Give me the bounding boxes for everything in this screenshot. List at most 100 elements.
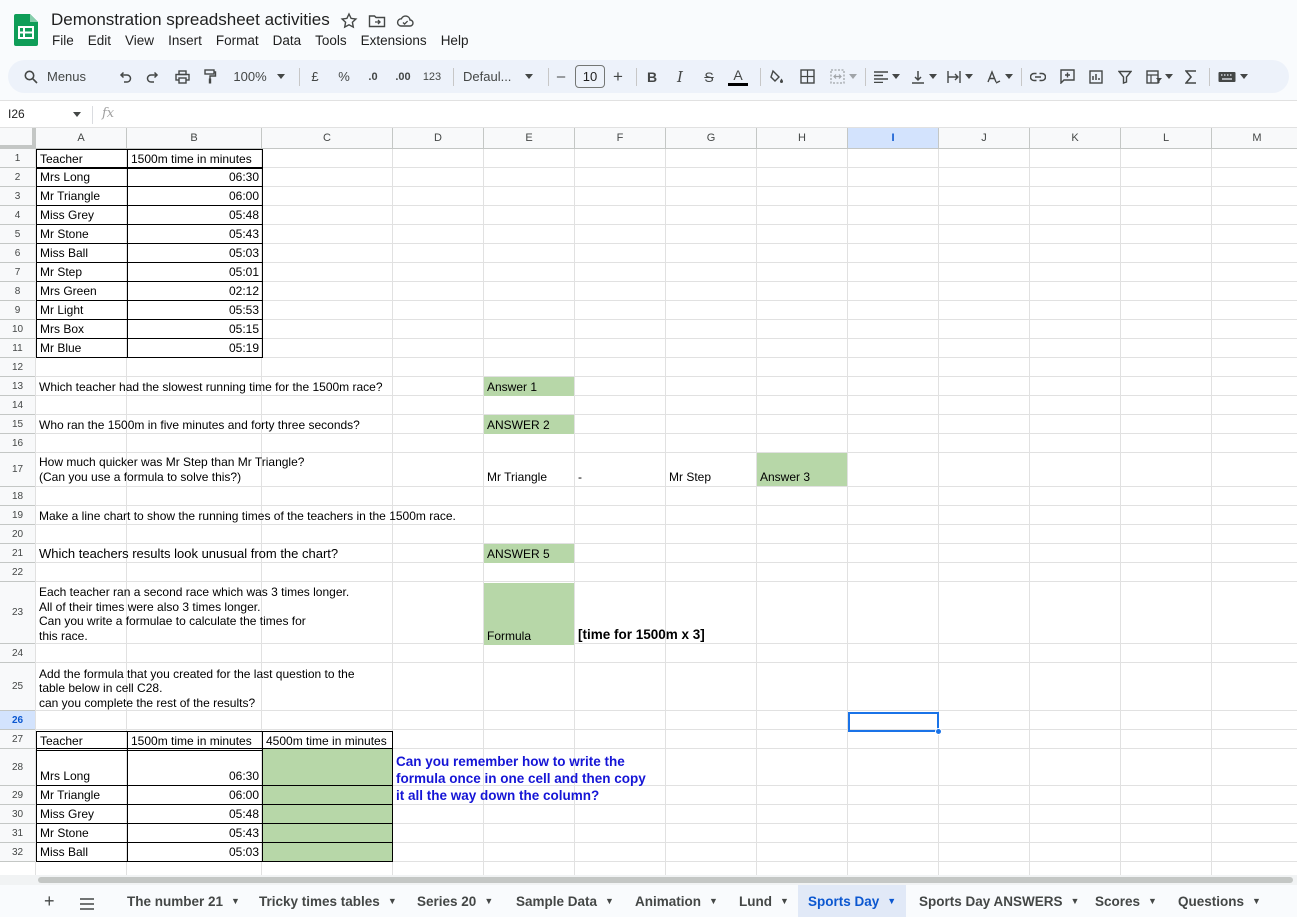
column-header-c[interactable]: C [262, 128, 393, 149]
row-header-32[interactable]: 32 [0, 843, 36, 862]
row-header-19[interactable]: 19 [0, 506, 36, 525]
spreadsheet-grid[interactable]: ABCDEFGHIJKLM 1 2 3 4 5 6 7 8 9 10 11 12 13 14 15 16 17 1… [0, 128, 1297, 875]
row-header-31[interactable]: 31 [0, 824, 36, 843]
row-header-11[interactable]: 11 [0, 339, 36, 358]
table-cell-teacher[interactable]: Mr Stone [36, 823, 128, 843]
increase-decimal-button[interactable]: .00 [391, 60, 415, 93]
table-cell-time[interactable]: 05:53 [127, 300, 263, 320]
row-header-17[interactable]: 17 [0, 453, 36, 487]
name-box[interactable]: I26 [8, 107, 25, 121]
row-header-24[interactable]: 24 [0, 644, 36, 663]
table-cell-teacher[interactable]: Miss Ball [36, 243, 128, 263]
cell-a23[interactable]: Each teacher ran a second race which was… [36, 583, 483, 645]
table-cell-time[interactable]: 05:03 [127, 842, 263, 862]
column-header-m[interactable]: M [1212, 128, 1297, 149]
sheets-logo-icon[interactable] [14, 14, 38, 46]
table-cell-time[interactable]: 05:48 [127, 205, 263, 225]
select-all-corner[interactable] [0, 128, 36, 149]
menus-search-button[interactable]: Menus [24, 60, 106, 93]
cell-g17[interactable]: Mr Step [666, 453, 756, 486]
table-cell-teacher[interactable]: Mr Step [36, 262, 128, 282]
table-cell-teacher[interactable]: Miss Grey [36, 205, 128, 225]
functions-button[interactable] [1181, 60, 1201, 93]
strikethrough-button[interactable]: S [699, 60, 719, 93]
sheet-tab-questions[interactable]: Questions ▼ [1168, 885, 1271, 917]
table-cell-time[interactable]: 05:19 [127, 338, 263, 358]
cell-a13[interactable]: Which teacher had the slowest running ti… [36, 377, 483, 396]
table-cell-teacher[interactable]: Miss Grey [36, 804, 128, 824]
row-header-26[interactable]: 26 [0, 711, 36, 730]
sheet-tab-series-20[interactable]: Series 20 ▼ [407, 885, 503, 917]
table-cell-teacher[interactable]: Mr Stone [36, 224, 128, 244]
scrollbar-thumb[interactable] [38, 877, 1293, 883]
table-cell-time[interactable]: 05:01 [127, 262, 263, 282]
fill-color-button[interactable] [767, 60, 787, 93]
column-header-b[interactable]: B [127, 128, 262, 149]
insert-chart-button[interactable] [1086, 60, 1106, 93]
cloud-status-icon[interactable] [395, 11, 415, 31]
font-size-input[interactable]: 10 [575, 65, 605, 88]
decrease-font-size-button[interactable]: – [554, 60, 568, 93]
sheet-tab-sports-day[interactable]: Sports Day ▼ [798, 885, 907, 917]
menu-insert[interactable]: Insert [161, 31, 209, 51]
row-header-16[interactable]: 16 [0, 434, 36, 453]
row-header-13[interactable]: 13 [0, 377, 36, 396]
column-header-j[interactable]: J [939, 128, 1030, 149]
cell-f17[interactable]: - [575, 453, 665, 486]
row-header-30[interactable]: 30 [0, 805, 36, 824]
borders-button[interactable] [797, 60, 817, 93]
answer-4500m-cell[interactable] [262, 842, 393, 862]
vertical-align-button[interactable] [909, 60, 939, 93]
table-cell-teacher[interactable]: Mrs Box [36, 319, 128, 339]
currency-format-button[interactable]: £ [306, 60, 324, 93]
table-cell-time[interactable]: 06:00 [127, 785, 263, 805]
row-header-21[interactable]: 21 [0, 544, 36, 563]
row-header-18[interactable]: 18 [0, 487, 36, 506]
horizontal-scrollbar[interactable] [0, 875, 1297, 885]
row-header-1[interactable]: 1 [0, 149, 36, 168]
cell-a1[interactable]: Teacher [36, 149, 128, 169]
all-sheets-icon[interactable] [80, 894, 94, 915]
answer-3-cell[interactable]: Answer 3 [757, 453, 847, 486]
answer-4500m-cell[interactable] [262, 804, 393, 824]
menu-help[interactable]: Help [434, 31, 476, 51]
text-color-button[interactable]: A [727, 60, 749, 93]
redo-button[interactable] [142, 60, 164, 93]
menu-file[interactable]: File [45, 31, 81, 51]
insert-link-button[interactable] [1028, 60, 1048, 93]
row-header-15[interactable]: 15 [0, 415, 36, 434]
table-cell-teacher[interactable]: Mr Light [36, 300, 128, 320]
table-cell-time[interactable]: 06:00 [127, 186, 263, 206]
table-cell-time[interactable]: 06:30 [127, 748, 263, 786]
column-header-d[interactable]: D [393, 128, 484, 149]
column-header-h[interactable]: H [757, 128, 848, 149]
row-header-8[interactable]: 8 [0, 282, 36, 301]
sheet-tab-lund[interactable]: Lund ▼ [729, 885, 799, 917]
font-family-select[interactable]: Defaul... [463, 60, 543, 93]
table-cell-time[interactable]: 05:43 [127, 823, 263, 843]
filter-views-button[interactable] [1142, 60, 1176, 93]
input-tools-button[interactable] [1217, 60, 1249, 93]
text-rotation-button[interactable] [983, 60, 1015, 93]
row-header-5[interactable]: 5 [0, 225, 36, 244]
italic-button[interactable]: I [670, 60, 690, 93]
sheet-tab-sports-day-answers[interactable]: Sports Day ANSWERS ▼ [909, 885, 1089, 917]
column-header-a[interactable]: A [36, 128, 127, 149]
add-sheet-icon[interactable]: + [44, 891, 55, 912]
table-cell-teacher[interactable]: Mrs Long [36, 748, 128, 786]
row-header-20[interactable]: 20 [0, 525, 36, 544]
column-header-f[interactable]: F [575, 128, 666, 149]
column-header-k[interactable]: K [1030, 128, 1121, 149]
fill-handle[interactable] [935, 728, 942, 735]
insert-comment-button[interactable] [1057, 60, 1077, 93]
cell-e17[interactable]: Mr Triangle [484, 453, 574, 486]
cell-a25[interactable]: Add the formula that you created for the… [36, 664, 483, 712]
bold-button[interactable]: B [642, 60, 662, 93]
table-cell-time[interactable]: 05:03 [127, 243, 263, 263]
menu-tools[interactable]: Tools [308, 31, 354, 51]
answer-2-cell[interactable]: ANSWER 2 [484, 415, 574, 434]
column-header-i[interactable]: I [848, 128, 939, 149]
row-header-3[interactable]: 3 [0, 187, 36, 206]
row-header-27[interactable]: 27 [0, 730, 36, 749]
menu-data[interactable]: Data [266, 31, 309, 51]
